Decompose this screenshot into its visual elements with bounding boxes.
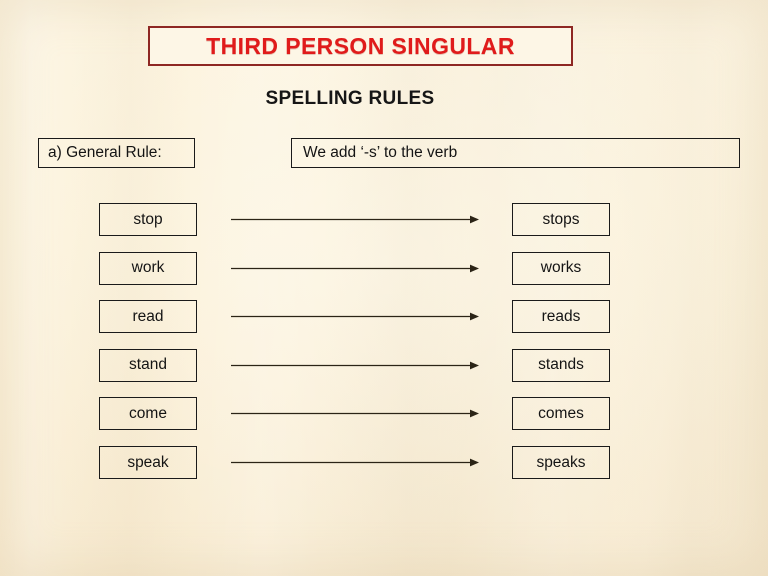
third-person-verb-box: reads — [512, 300, 610, 334]
third-person-verb-text: reads — [541, 307, 581, 325]
third-person-verb-box: stands — [512, 348, 610, 382]
slide-canvas: THIRD PERSON SINGULAR SPELLING RULES a) … — [0, 0, 768, 576]
base-verb-text: work — [131, 259, 165, 277]
third-person-verb-box: stops — [512, 203, 610, 236]
base-verb-box: come — [99, 397, 197, 431]
right-arrow-icon — [231, 263, 479, 274]
third-person-verb-box: speaks — [512, 446, 610, 479]
right-arrow-icon — [231, 311, 479, 322]
base-verb-text: stand — [129, 356, 167, 374]
slide-title-banner: THIRD PERSON SINGULAR — [148, 26, 573, 66]
general-rule-description-box: We add ‘-s’ to the verb — [291, 138, 740, 168]
general-rule-label-text: a) General Rule: — [48, 144, 162, 161]
base-verb-box: speak — [99, 446, 197, 479]
base-verb-text: read — [132, 307, 164, 325]
right-arrow-icon — [231, 360, 479, 371]
base-verb-box: read — [99, 300, 197, 334]
right-arrow-icon — [231, 214, 479, 225]
base-verb-box: stand — [99, 348, 197, 382]
third-person-verb-box: comes — [512, 397, 610, 431]
general-rule-label-box: a) General Rule: — [38, 138, 195, 168]
base-verb-text: speak — [127, 453, 169, 471]
third-person-verb-text: stands — [538, 356, 584, 374]
base-verb-box: stop — [99, 203, 197, 236]
right-arrow-icon — [231, 408, 479, 419]
third-person-verb-text: stops — [542, 210, 580, 228]
base-verb-box: work — [99, 251, 197, 285]
third-person-verb-text: comes — [538, 404, 584, 422]
page-title: THIRD PERSON SINGULAR — [206, 32, 515, 59]
base-verb-text: stop — [133, 210, 163, 228]
general-rule-description-text: We add ‘-s’ to the verb — [303, 144, 458, 161]
slide-subtitle: SPELLING RULES — [265, 88, 435, 109]
base-verb-text: come — [129, 404, 167, 422]
third-person-verb-box: works — [512, 251, 610, 285]
third-person-verb-text: speaks — [536, 453, 586, 471]
third-person-verb-text: works — [540, 259, 582, 277]
right-arrow-icon — [231, 457, 479, 468]
